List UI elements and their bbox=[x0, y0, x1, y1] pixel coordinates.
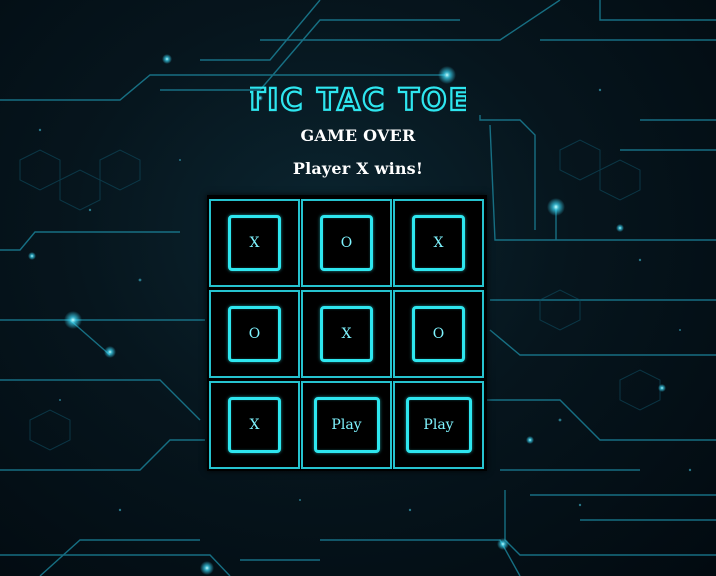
board-cell-8[interactable]: Play bbox=[301, 381, 392, 469]
game-status: GAME OVER bbox=[300, 126, 416, 145]
board-cell-3: X bbox=[393, 199, 484, 287]
board-cell-2: O bbox=[301, 199, 392, 287]
cell-mark-x: X bbox=[412, 215, 465, 271]
game-result: Player X wins! bbox=[292, 159, 424, 178]
cell-mark-o: O bbox=[228, 306, 281, 362]
cell-mark-x: X bbox=[320, 306, 373, 362]
cell-mark-x: X bbox=[228, 215, 281, 271]
board-cell-1: X bbox=[209, 199, 300, 287]
board-cell-7: X bbox=[209, 381, 300, 469]
play-button[interactable]: Play bbox=[405, 397, 472, 453]
game-screen: TIC TAC TOE GAME OVER Player X wins! X O… bbox=[0, 0, 716, 576]
game-title-text: TIC TAC TOE bbox=[250, 84, 466, 116]
game-board: X O X O X O X Play Play bbox=[207, 195, 487, 471]
board-cell-6: O bbox=[393, 290, 484, 378]
play-button[interactable]: Play bbox=[313, 397, 380, 453]
board-cell-5: X bbox=[301, 290, 392, 378]
game-title: TIC TAC TOE bbox=[0, 84, 716, 121]
cell-mark-o: O bbox=[320, 215, 373, 271]
board-cell-4: O bbox=[209, 290, 300, 378]
cell-mark-o: O bbox=[412, 306, 465, 362]
cell-mark-x: X bbox=[228, 397, 281, 453]
board-cell-9[interactable]: Play bbox=[393, 381, 484, 469]
game-title-logo: TIC TAC TOE bbox=[250, 84, 466, 116]
